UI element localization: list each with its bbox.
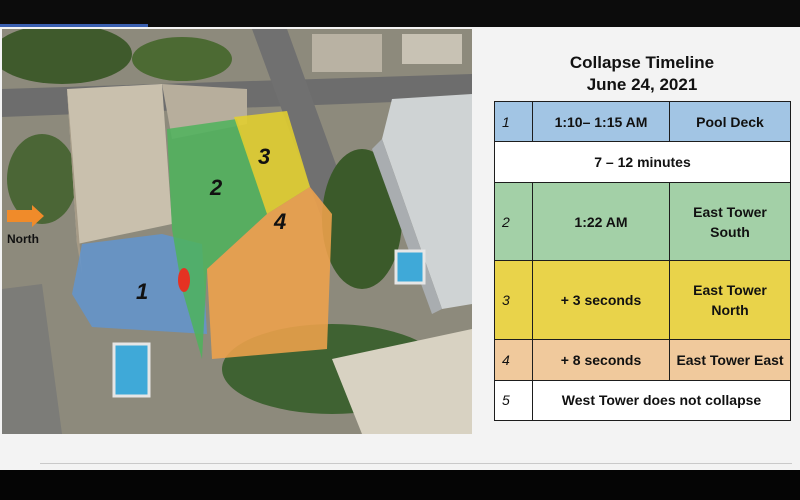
row-event: West Tower does not collapse bbox=[532, 379, 791, 422]
row-number: 5 bbox=[494, 379, 533, 422]
timeline-table: 1 1:10– 1:15 AM Pool Deck 7 – 12 minutes… bbox=[494, 100, 791, 422]
top-bar bbox=[0, 0, 800, 27]
zone-label-2: 2 bbox=[209, 175, 223, 200]
row-interval: 7 – 12 minutes bbox=[494, 141, 791, 183]
row-event: East Tower South bbox=[669, 181, 791, 262]
timeline-row: 1 1:10– 1:15 AM Pool Deck bbox=[494, 100, 791, 143]
row-number: 1 bbox=[494, 100, 533, 143]
west-tower-roof bbox=[67, 84, 172, 244]
timeline-date: June 24, 2021 bbox=[586, 75, 698, 94]
row-time: + 8 seconds bbox=[532, 339, 670, 381]
timeline-row: 7 – 12 minutes bbox=[494, 141, 791, 183]
zone-label-3: 3 bbox=[258, 144, 270, 169]
timeline-row: 4 + 8 seconds East Tower East bbox=[494, 339, 791, 381]
zone-label-4: 4 bbox=[273, 209, 286, 234]
trees bbox=[132, 37, 232, 81]
row-event: Pool Deck bbox=[669, 100, 791, 143]
timeline-row: 5 West Tower does not collapse bbox=[494, 379, 791, 422]
row-number: 3 bbox=[494, 260, 533, 341]
timeline-title: Collapse Timeline bbox=[569, 53, 715, 72]
zone-label-1: 1 bbox=[136, 279, 148, 304]
row-event: East Tower North bbox=[669, 260, 791, 341]
north-label: North bbox=[7, 232, 39, 246]
slide-divider bbox=[40, 463, 792, 464]
timeline-row: 3 + 3 seconds East Tower North bbox=[494, 260, 791, 341]
row-time: + 3 seconds bbox=[532, 260, 670, 341]
row-time: 1:10– 1:15 AM bbox=[532, 100, 670, 143]
row-event: East Tower East bbox=[669, 339, 791, 381]
timeline-heading: Collapse Timeline June 24, 2021 bbox=[494, 52, 790, 96]
aerial-photo: 1 2 3 4 North bbox=[2, 29, 472, 434]
bottom-bar bbox=[0, 470, 800, 500]
house bbox=[312, 34, 382, 72]
row-number: 4 bbox=[494, 339, 533, 381]
row-time: 1:22 AM bbox=[532, 181, 670, 262]
house bbox=[402, 34, 462, 64]
collapse-origin-marker bbox=[178, 268, 190, 292]
pool bbox=[394, 249, 426, 285]
pool bbox=[112, 342, 151, 398]
row-number: 2 bbox=[494, 181, 533, 262]
timeline-row: 2 1:22 AM East Tower South bbox=[494, 181, 791, 262]
